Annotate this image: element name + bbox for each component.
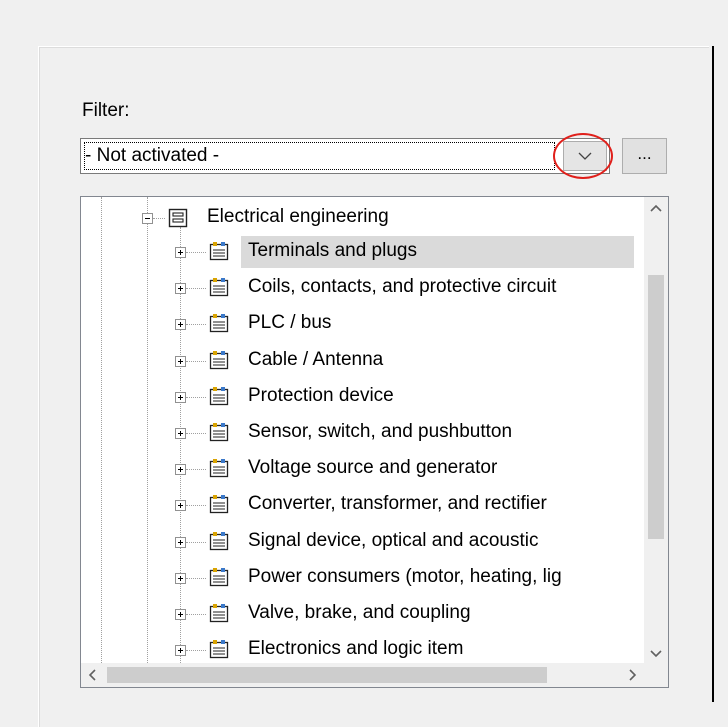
component-group-icon: [209, 314, 229, 333]
expand-icon[interactable]: [175, 283, 186, 295]
component-group-icon: [209, 640, 229, 659]
filter-label: Filter:: [82, 100, 130, 121]
horizontal-scrollbar[interactable]: [81, 663, 644, 687]
tree-item-label: Coils, contacts, and protective circuit: [248, 276, 557, 298]
component-group-icon: [209, 386, 229, 405]
tree-item-row[interactable]: Terminals and plugs: [81, 235, 644, 269]
expand-icon[interactable]: [175, 572, 186, 584]
expand-icon[interactable]: [175, 609, 186, 620]
expand-icon[interactable]: [175, 355, 186, 367]
tree-content: Electrical engineering Terminals and plu…: [81, 197, 644, 665]
category-icon: [168, 208, 188, 228]
expand-icon[interactable]: [175, 319, 186, 331]
tree-item-label: Cable / Antenna: [248, 348, 384, 370]
annotation-circle: [553, 133, 613, 179]
expand-icon[interactable]: [175, 536, 186, 548]
expand-icon[interactable]: [175, 645, 186, 657]
scrollbar-corner: [644, 663, 668, 687]
tree-item-row[interactable]: Cable / Antenna: [81, 344, 644, 378]
tree-item-row[interactable]: Coils, contacts, and protective circuit: [81, 271, 644, 305]
horizontal-scroll-thumb[interactable]: [107, 667, 547, 683]
scroll-up-icon[interactable]: [644, 197, 668, 221]
tree-item-row[interactable]: PLC / bus: [81, 307, 644, 341]
tree-connector: [153, 218, 165, 219]
expand-icon[interactable]: [175, 247, 186, 258]
tree-connector: [186, 288, 206, 290]
component-group-icon: [209, 350, 229, 369]
tree-item-label: Voltage source and generator: [248, 457, 498, 479]
tree-item-label: Power consumers (motor, heating, lig: [248, 565, 562, 587]
tree-item-row[interactable]: Power consumers (motor, heating, lig: [81, 561, 644, 595]
tree-item-label: PLC / bus: [248, 312, 332, 334]
tree-connector: [186, 650, 206, 652]
tree-item-label: Terminals and plugs: [248, 240, 417, 261]
vertical-scrollbar[interactable]: [644, 197, 668, 665]
tree-item-label: Valve, brake, and coupling: [248, 602, 471, 623]
tree-item-row[interactable]: Signal device, optical and acoustic: [81, 525, 644, 559]
tree-connector: [186, 469, 206, 471]
category-tree[interactable]: Electrical engineering Terminals and plu…: [80, 196, 669, 688]
scroll-right-icon[interactable]: [620, 663, 644, 687]
component-group-icon: [209, 531, 229, 550]
tree-item-row[interactable]: Converter, transformer, and rectifier: [81, 488, 644, 522]
scroll-left-icon[interactable]: [81, 663, 105, 687]
tree-connector: [186, 360, 206, 362]
tree-item-label: Electronics and logic item: [248, 638, 464, 660]
tree-root-label: Electrical engineering: [207, 206, 389, 227]
component-group-icon: [209, 423, 229, 442]
tree-item-row[interactable]: Valve, brake, and coupling: [81, 597, 644, 631]
scroll-down-icon[interactable]: [644, 641, 668, 665]
ellipsis-button[interactable]: ...: [622, 138, 667, 174]
collapse-icon[interactable]: [142, 213, 153, 224]
vertical-scroll-thumb[interactable]: [648, 275, 664, 539]
component-group-icon: [209, 604, 229, 623]
tree-item-row[interactable]: Voltage source and generator: [81, 452, 644, 486]
tree-connector: [186, 541, 206, 543]
tree-connector: [186, 614, 206, 615]
expand-icon[interactable]: [175, 428, 186, 439]
tree-connector: [186, 433, 206, 434]
tree-item-label: Protection device: [248, 384, 394, 406]
filter-dropdown[interactable]: - Not activated -: [80, 138, 610, 174]
tree-root-row[interactable]: Electrical engineering: [81, 201, 644, 235]
filter-value: - Not activated -: [85, 145, 220, 166]
component-group-icon: [209, 459, 229, 478]
component-group-icon: [209, 242, 229, 261]
tree-item-row[interactable]: Protection device: [81, 380, 644, 414]
tree-item-label: Converter, transformer, and rectifier: [248, 493, 547, 515]
component-group-icon: [209, 278, 229, 297]
expand-icon[interactable]: [175, 391, 186, 403]
tree-item-row[interactable]: Electronics and logic item: [81, 633, 644, 665]
tree-connector: [186, 324, 206, 326]
tree-connector: [186, 252, 206, 253]
tree-item-row[interactable]: Sensor, switch, and pushbutton: [81, 416, 644, 450]
tree-item-label: Signal device, optical and acoustic: [248, 529, 539, 551]
panel-divider: [712, 46, 714, 702]
tree-item-label: Sensor, switch, and pushbutton: [248, 421, 513, 442]
tree-connector: [186, 505, 206, 507]
expand-icon[interactable]: [175, 500, 186, 512]
component-group-icon: [209, 495, 229, 514]
tree-connector: [186, 577, 206, 579]
expand-icon[interactable]: [175, 464, 186, 476]
component-group-icon: [209, 567, 229, 586]
tree-connector: [186, 396, 206, 398]
